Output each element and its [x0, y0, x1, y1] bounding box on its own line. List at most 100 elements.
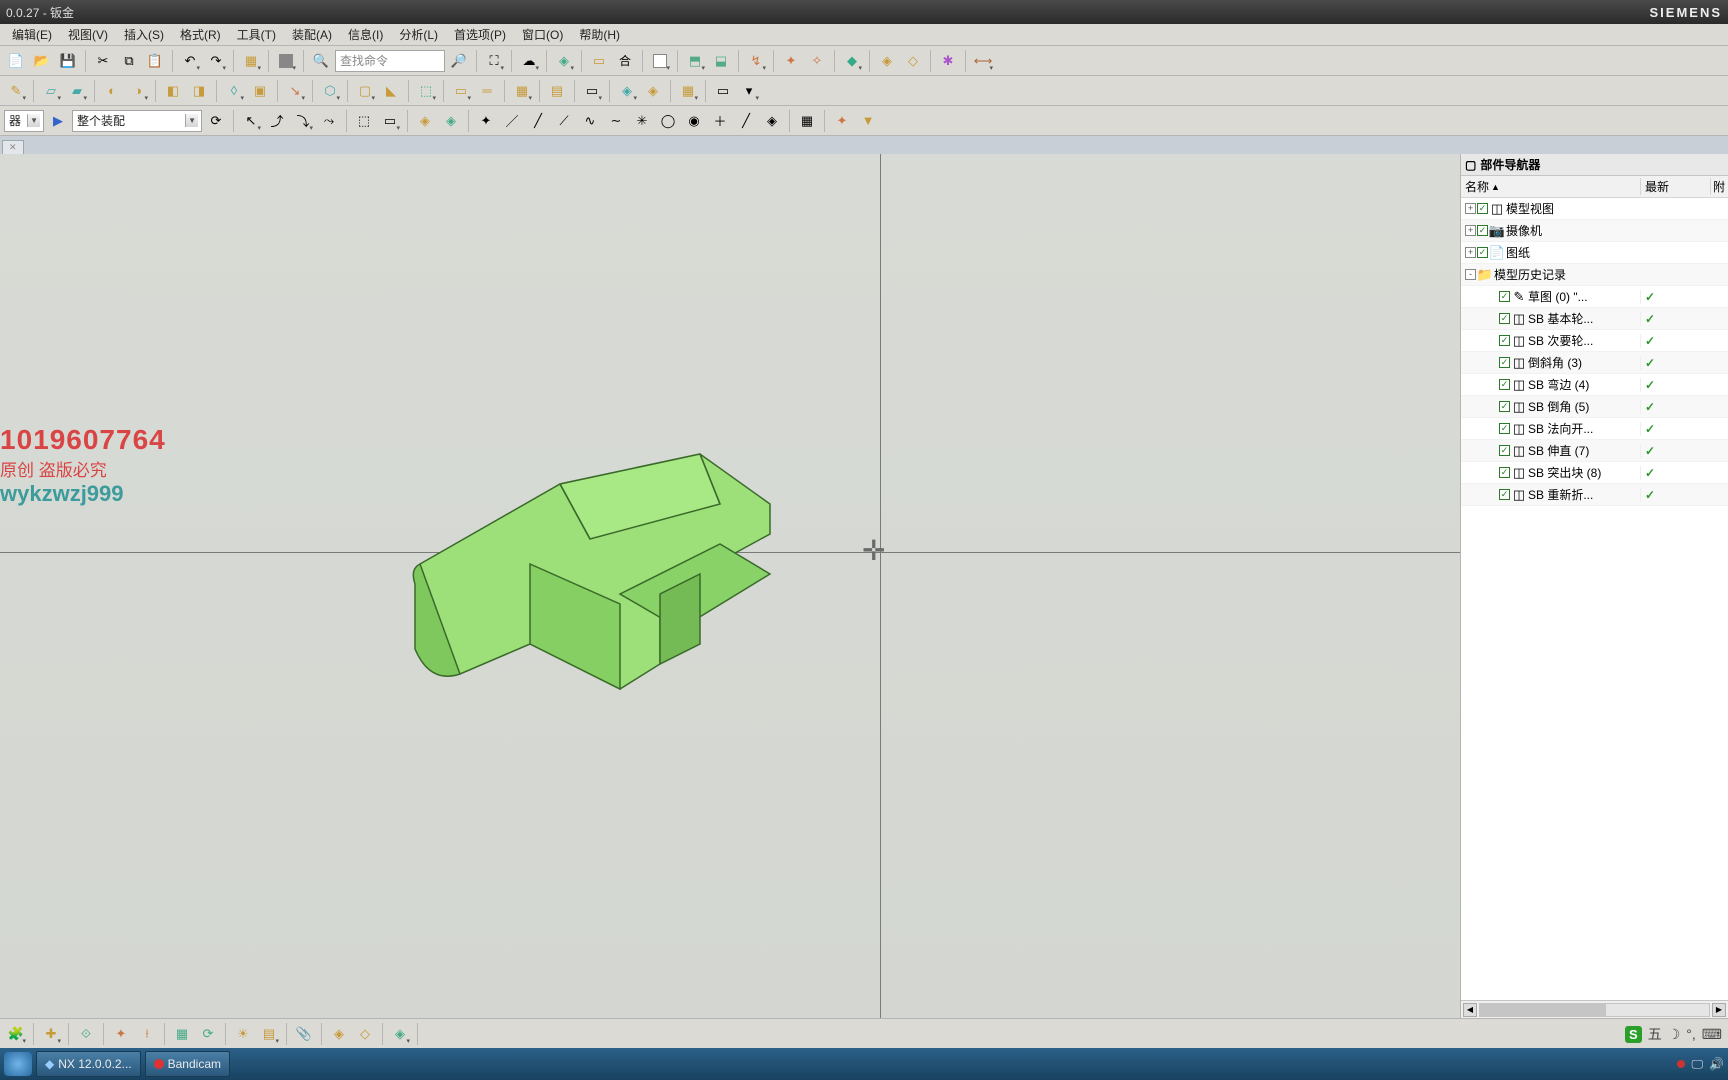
sel-more-icon[interactable]: ⤳ — [317, 109, 341, 133]
navigator-tree[interactable]: +✓◫模型视图+✓📷摄像机+✓📄图纸-📁模型历史记录✓✎草图 (0) "...✓… — [1461, 198, 1728, 1000]
pattern-comp-icon[interactable]: ▦ — [170, 1022, 194, 1046]
tree-node[interactable]: -📁模型历史记录 — [1461, 264, 1728, 286]
bend1-icon[interactable]: ◧ — [161, 79, 185, 103]
tree-node[interactable]: +✓📄图纸 — [1461, 242, 1728, 264]
orient-view-icon[interactable]: ◈ — [552, 49, 576, 73]
tree-node[interactable]: ✓◫SB 次要轮...✓ — [1461, 330, 1728, 352]
move-comp-icon[interactable]: ✦ — [109, 1022, 133, 1046]
expand-icon[interactable]: + — [1465, 247, 1476, 258]
corner-icon[interactable]: ◣ — [379, 79, 403, 103]
export-flat-icon[interactable]: ▤ — [545, 79, 569, 103]
more3-icon[interactable]: ▦ — [676, 79, 700, 103]
menu-assembly[interactable]: 装配(A) — [284, 24, 340, 45]
rebend-icon[interactable]: ▭ — [449, 79, 473, 103]
layer-icon[interactable]: ▦ — [239, 49, 263, 73]
contour-flange-icon[interactable]: ◐ — [100, 79, 124, 103]
tree-node[interactable]: ✓◫SB 法向开...✓ — [1461, 418, 1728, 440]
more2-icon[interactable]: ◈ — [641, 79, 665, 103]
menu-tools[interactable]: 工具(T) — [229, 24, 284, 45]
wave2-icon[interactable]: ◇ — [353, 1022, 377, 1046]
open-file-icon[interactable]: 📂 — [30, 49, 54, 73]
flat-pattern-icon[interactable]: ▦ — [510, 79, 534, 103]
taskbar-item-nx[interactable]: ◆ NX 12.0.0.2... — [36, 1051, 141, 1077]
tree-node[interactable]: ✓◫SB 弯边 (4)✓ — [1461, 374, 1728, 396]
snap-mid-icon[interactable]: ╱ — [526, 109, 550, 133]
graphics-viewport[interactable]: ✛ 1019607764 原创 盗版必究 wykzwzj999 — [0, 154, 1460, 1018]
checkbox-icon[interactable]: ✓ — [1477, 247, 1488, 258]
sequence-icon[interactable]: ▤ — [257, 1022, 281, 1046]
snap-circle2-icon[interactable]: ◉ — [682, 109, 706, 133]
menu-insert[interactable]: 插入(S) — [116, 24, 172, 45]
tree-node[interactable]: ✓◫SB 倒角 (5)✓ — [1461, 396, 1728, 418]
copy-icon[interactable]: ⧉ — [117, 49, 141, 73]
wcs-icon[interactable]: ↯ — [744, 49, 768, 73]
snap-point-icon[interactable]: ✦ — [474, 109, 498, 133]
sheet-metal-prefs-icon[interactable]: ▭ — [580, 79, 604, 103]
sel-chain-icon[interactable]: ⤵ — [291, 109, 315, 133]
sel-rect-icon[interactable]: ▭ — [378, 109, 402, 133]
bend2-icon[interactable]: ◨ — [187, 79, 211, 103]
snap-ctrl-icon[interactable]: ⟋ — [552, 109, 576, 133]
explode-icon[interactable]: ☀ — [231, 1022, 255, 1046]
col-name[interactable]: 名称▲ — [1461, 178, 1640, 195]
grid-icon[interactable]: ▦ — [795, 109, 819, 133]
start-button[interactable] — [4, 1052, 32, 1076]
view-layout1-icon[interactable]: ▭ — [587, 49, 611, 73]
gusset-icon[interactable]: ⬡ — [318, 79, 342, 103]
assem1-icon[interactable]: 🧩 — [4, 1022, 28, 1046]
louver-icon[interactable]: ▣ — [248, 79, 272, 103]
sel-up-icon[interactable]: ⤴ — [265, 109, 289, 133]
tree-node[interactable]: ✓◫倒斜角 (3)✓ — [1461, 352, 1728, 374]
sel-body-icon[interactable]: ◈ — [413, 109, 437, 133]
assembly-scope-dropdown[interactable]: 整个装配 — [72, 110, 202, 132]
checkbox-icon[interactable]: ✓ — [1499, 291, 1510, 302]
clip-icon[interactable]: 📎 — [292, 1022, 316, 1046]
snap-plus-icon[interactable]: ＋ — [708, 109, 732, 133]
wave1-icon[interactable]: ◈ — [327, 1022, 351, 1046]
snap-intersect-icon[interactable]: ∿ — [578, 109, 602, 133]
dimple-icon[interactable]: ◊ — [222, 79, 246, 103]
checkbox-icon[interactable]: ✓ — [1499, 489, 1510, 500]
checkbox-icon[interactable]: ✓ — [1499, 313, 1510, 324]
scroll-thumb[interactable] — [1480, 1004, 1606, 1016]
fit-view-icon[interactable]: ⛶ — [482, 49, 506, 73]
tab-feature-icon[interactable]: ▱ — [39, 79, 63, 103]
col-latest[interactable]: 最新 — [1640, 178, 1710, 195]
background-icon[interactable] — [648, 49, 672, 73]
document-tab[interactable]: ✕ — [2, 140, 24, 154]
sel-mode-icon[interactable]: ↖ — [239, 109, 263, 133]
save-icon[interactable]: 💾 — [56, 49, 80, 73]
taskbar-item-bandicam[interactable]: Bandicam — [145, 1051, 230, 1077]
command-search-input[interactable]: 查找命令 — [335, 50, 445, 72]
checkbox-icon[interactable]: ✓ — [1477, 225, 1488, 236]
close-tab-icon[interactable]: ✕ — [9, 142, 17, 153]
filter-type-dropdown[interactable]: 器 — [4, 110, 44, 132]
cut-icon[interactable]: ✂ — [91, 49, 115, 73]
menu-info[interactable]: 信息(I) — [340, 24, 391, 45]
normal-cutout-icon[interactable]: ▢ — [353, 79, 377, 103]
sel-tool1-icon[interactable]: ⟳ — [204, 109, 228, 133]
search-go-icon[interactable]: 🔎 — [447, 49, 471, 73]
more5-icon[interactable]: ▾ — [737, 79, 761, 103]
menu-view[interactable]: 视图(V) — [60, 24, 116, 45]
sel-face-icon[interactable]: ◈ — [439, 109, 463, 133]
highlight-icon[interactable]: ▼ — [856, 109, 880, 133]
redo-icon[interactable]: ↷ — [204, 49, 228, 73]
edit-section-icon[interactable]: ⬓ — [709, 49, 733, 73]
menu-analysis[interactable]: 分析(L) — [391, 24, 446, 45]
snap-center-icon[interactable]: ✳ — [630, 109, 654, 133]
checkbox-icon[interactable]: ✓ — [1499, 379, 1510, 390]
ime-comma-icon[interactable]: °, — [1686, 1026, 1696, 1042]
checkbox-icon[interactable]: ✓ — [1499, 335, 1510, 346]
sel-wire-icon[interactable]: ⬚ — [352, 109, 376, 133]
expand-icon[interactable]: + — [1465, 203, 1476, 214]
shade-mode-icon[interactable] — [274, 49, 298, 73]
menu-prefs[interactable]: 首选项(P) — [446, 24, 514, 45]
expand-icon[interactable]: - — [1465, 269, 1476, 280]
analysis4-icon[interactable]: ✱ — [936, 49, 960, 73]
analysis1-icon[interactable]: ◆ — [840, 49, 864, 73]
flat-solid-icon[interactable]: ═ — [475, 79, 499, 103]
expand-icon[interactable]: + — [1465, 225, 1476, 236]
add-comp-icon[interactable]: ✚ — [39, 1022, 63, 1046]
sketch-icon[interactable]: ✎ — [4, 79, 28, 103]
